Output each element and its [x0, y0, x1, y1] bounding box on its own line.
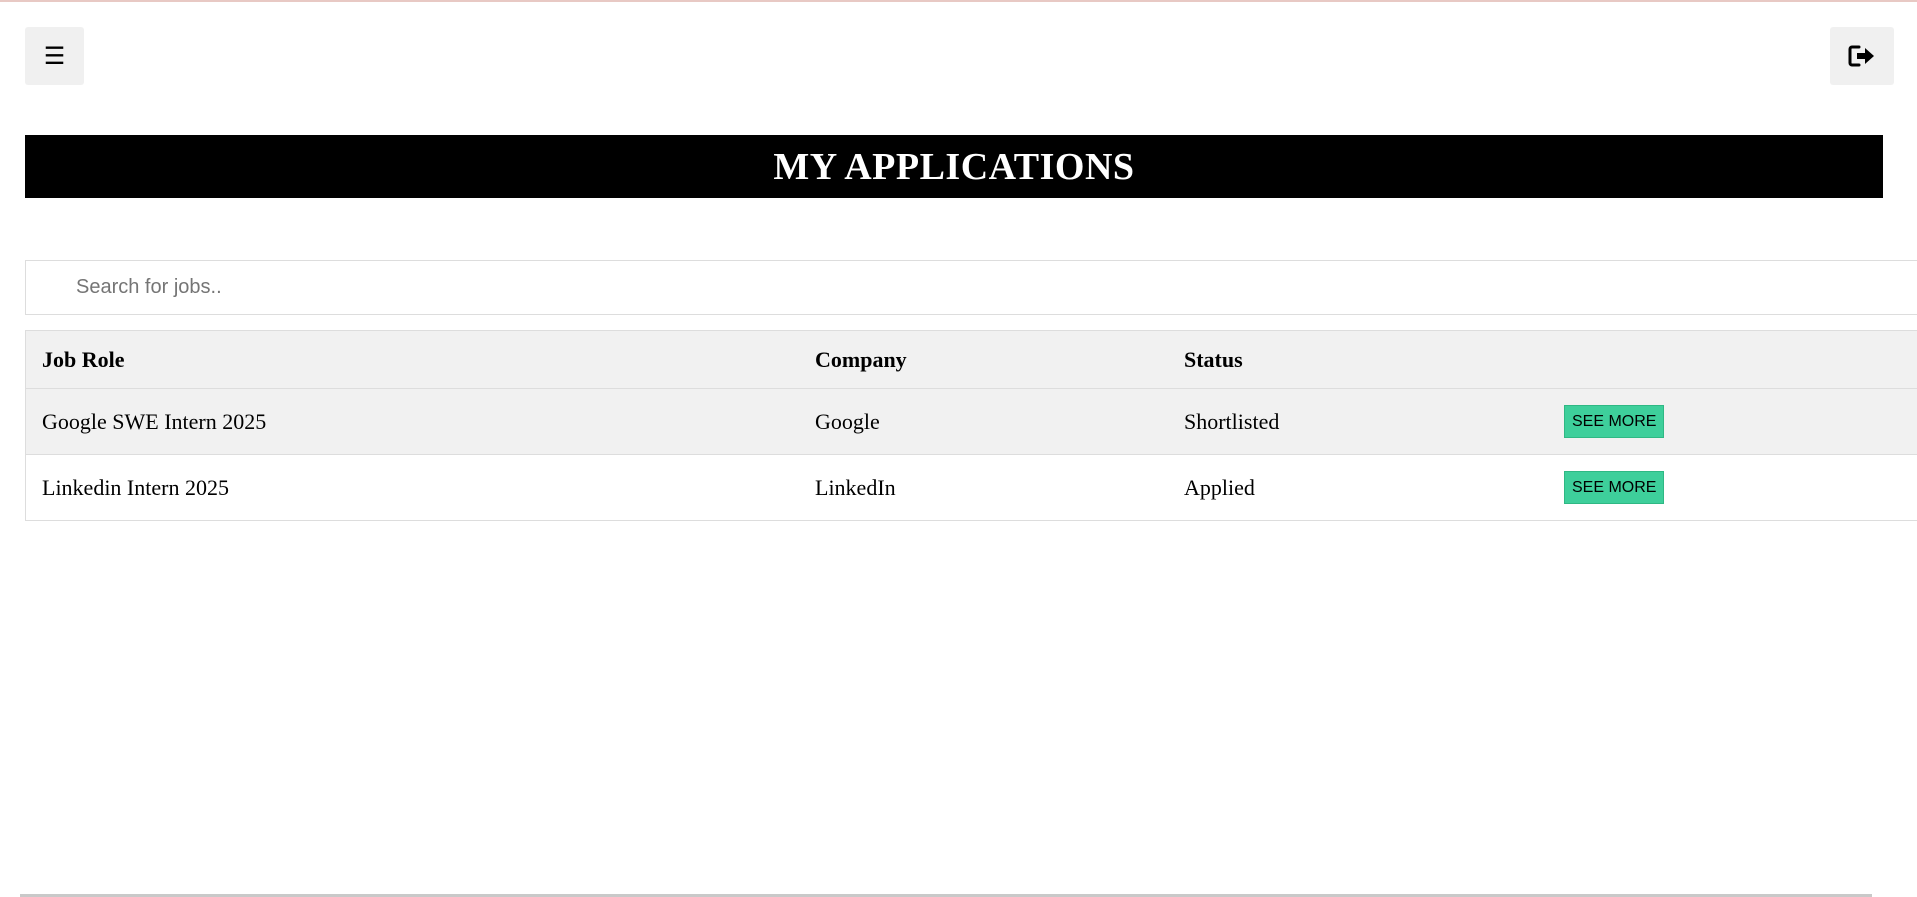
logout-button[interactable]: [1830, 27, 1894, 85]
logout-icon: [1848, 45, 1874, 67]
search-input[interactable]: [25, 260, 1917, 315]
company-cell: LinkedIn: [799, 454, 1168, 521]
table-row: Google SWE Intern 2025 Google Shortliste…: [25, 388, 1917, 455]
hamburger-menu-icon: ☰: [43, 42, 66, 70]
job-role-cell: Google SWE Intern 2025: [25, 388, 799, 455]
page-title-bar: MY APPLICATIONS: [25, 135, 1883, 198]
column-header-status: Status: [1168, 330, 1548, 389]
column-header-company: Company: [799, 330, 1168, 389]
table-row: Linkedin Intern 2025 LinkedIn Applied SE…: [25, 454, 1917, 521]
page-title: MY APPLICATIONS: [773, 145, 1135, 188]
applications-table: Job Role Company Status Google SWE Inter…: [25, 330, 1917, 521]
action-cell: SEE MORE: [1548, 454, 1917, 521]
action-cell: SEE MORE: [1548, 388, 1917, 455]
column-header-action: [1548, 330, 1917, 389]
job-role-cell: Linkedin Intern 2025: [25, 454, 799, 521]
column-header-job-role: Job Role: [25, 330, 799, 389]
table-header-row: Job Role Company Status: [25, 330, 1917, 389]
status-cell: Applied: [1168, 454, 1548, 521]
see-more-button[interactable]: SEE MORE: [1564, 404, 1665, 439]
top-border: [0, 0, 1917, 2]
status-cell: Shortlisted: [1168, 388, 1548, 455]
company-cell: Google: [799, 388, 1168, 455]
see-more-button[interactable]: SEE MORE: [1564, 470, 1665, 505]
menu-button[interactable]: ☰: [25, 27, 84, 85]
